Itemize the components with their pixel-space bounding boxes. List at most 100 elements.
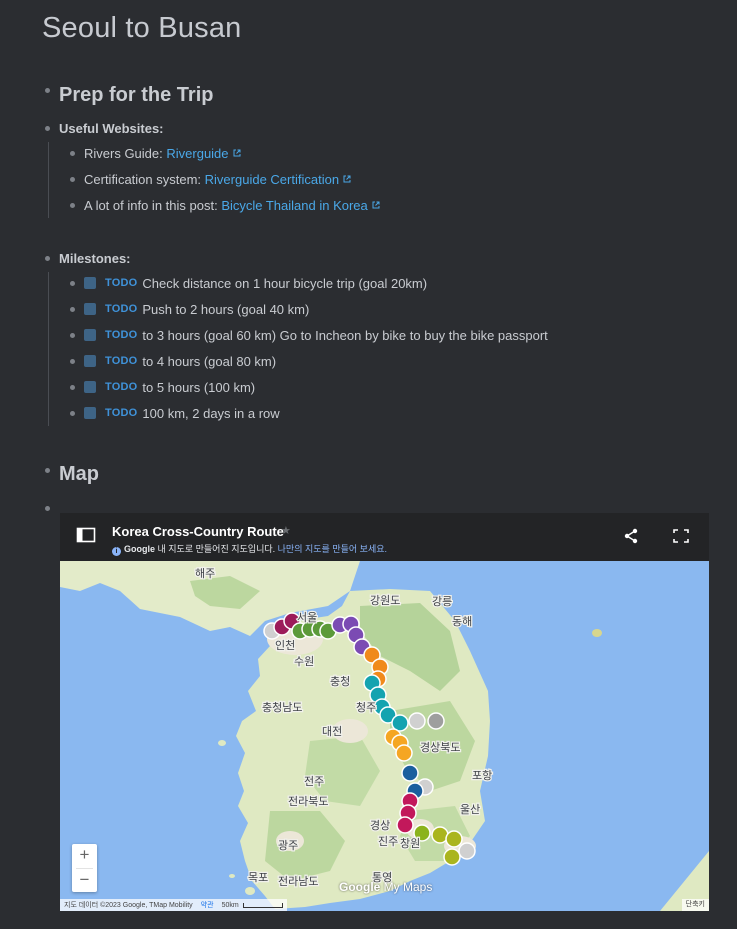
indent-guide (48, 272, 49, 426)
list-bullet[interactable] (70, 280, 75, 286)
label-gyeongsang: 경상 (370, 819, 390, 832)
map-canvas[interactable]: 해주 서울 인천 강원도 강릉 동해 수원 충청 충청남도 청주 대전 경상북도… (60, 561, 709, 911)
todo-item: TODO Check distance on 1 hour bicycle tr… (70, 273, 427, 293)
todo-checkbox[interactable] (84, 407, 96, 419)
todo-checkbox[interactable] (84, 355, 96, 367)
label-seoul: 서울 (297, 611, 317, 624)
todo-marker[interactable]: TODO (105, 355, 137, 367)
todo-item: TODO to 3 hours (goal 60 km) Go to Inche… (70, 325, 548, 345)
subtitle-brand: Google (124, 544, 155, 554)
label-suwon: 수원 (294, 655, 314, 668)
label-incheon: 인천 (275, 638, 295, 652)
label-jeonju: 전주 (304, 775, 324, 788)
google-my-maps-watermark: Google My Maps (339, 880, 432, 894)
label-mokpo: 목포 (248, 871, 268, 884)
share-icon[interactable] (623, 528, 639, 549)
scale-bar (242, 902, 283, 908)
todo-checkbox[interactable] (84, 329, 96, 341)
info-icon: i (112, 547, 121, 556)
label-changwon: 창원 (400, 837, 420, 850)
label-gangwon: 강원도 (370, 594, 400, 607)
map-attribution: 지도 데이터 ©2023 Google, TMap Mobility 약관 50… (60, 899, 287, 911)
block-bullet[interactable] (45, 506, 50, 511)
todo-item: TODO Push to 2 hours (goal 40 km) (70, 299, 309, 319)
zoom-in-button[interactable]: + (72, 844, 97, 868)
terms-link[interactable]: 약관 (201, 900, 214, 910)
label-chungcheong: 충청 (330, 675, 350, 688)
watermark-brand: Google (339, 880, 381, 894)
zoom-out-button[interactable]: − (72, 869, 97, 893)
map-title[interactable]: Korea Cross-Country Route (112, 524, 284, 539)
label-cheongju: 청주 (356, 701, 376, 714)
subtitle-text: 내 지도로 만들어진 지도입니다. (155, 544, 278, 554)
todo-marker[interactable]: TODO (105, 329, 137, 341)
list-item-prefix: Certification system: (84, 171, 205, 187)
label-gyeongbuk: 경상북도 (420, 741, 460, 754)
indent-guide (48, 142, 49, 218)
todo-text: to 3 hours (goal 60 km) Go to Incheon by… (142, 327, 548, 343)
todo-text: to 4 hours (goal 80 km) (142, 353, 277, 369)
embedded-map[interactable]: Korea Cross-Country Route ★ i Google 내 지도… (60, 513, 709, 911)
todo-item: TODO to 5 hours (100 km) (70, 377, 255, 397)
list-bullet[interactable] (70, 358, 75, 364)
page-title: Seoul to Busan (42, 12, 242, 44)
todo-item: TODO 100 km, 2 days in a row (70, 403, 280, 423)
todo-text: Push to 2 hours (goal 40 km) (142, 301, 310, 317)
list-bullet[interactable] (70, 306, 75, 312)
map-header: Korea Cross-Country Route ★ i Google 내 지도… (60, 513, 709, 561)
block-bullet[interactable] (45, 126, 50, 131)
todo-text: to 5 hours (100 km) (142, 379, 256, 395)
label-gangneung: 강릉 (432, 595, 452, 608)
external-link-icon (233, 149, 241, 157)
label-pohang: 포항 (472, 769, 492, 782)
section-heading-map: Map (59, 463, 99, 485)
todo-checkbox[interactable] (84, 277, 96, 289)
list-item: Certification system: Riverguide Certifi… (70, 169, 351, 189)
list-bullet[interactable] (70, 202, 75, 208)
todo-item: TODO to 4 hours (goal 80 km) (70, 351, 276, 371)
label-chungnam: 충청남도 (262, 701, 302, 714)
attribution-text: 지도 데이터 ©2023 Google, TMap Mobility (64, 902, 193, 909)
label-jeonnam: 전라남도 (278, 875, 318, 888)
riverguide-certification-link[interactable]: Riverguide Certification (205, 172, 339, 187)
milestones-label: Milestones: (59, 251, 131, 266)
label-ulsan: 울산 (460, 803, 480, 816)
label-jeonbuk: 전라북도 (288, 795, 328, 808)
section-heading-prep: Prep for the Trip (59, 84, 214, 106)
heading-bullet[interactable] (45, 468, 50, 473)
todo-marker[interactable]: TODO (105, 381, 137, 393)
list-bullet[interactable] (70, 150, 75, 156)
useful-websites-label: Useful Websites: (59, 121, 164, 136)
star-icon[interactable]: ★ (281, 524, 291, 537)
keyboard-shortcuts-link[interactable]: 단축키 (681, 899, 709, 911)
sidebar-toggle-icon[interactable] (76, 527, 96, 548)
label-donghae: 동해 (452, 614, 472, 628)
heading-bullet[interactable] (45, 88, 50, 93)
label-daejeon: 대전 (322, 725, 342, 738)
bicycle-thailand-link[interactable]: Bicycle Thailand in Korea (221, 198, 367, 213)
zoom-control: + − (72, 844, 97, 892)
todo-marker[interactable]: TODO (105, 407, 137, 419)
external-link-icon (343, 175, 351, 183)
watermark-suffix: My Maps (380, 880, 433, 894)
todo-marker[interactable]: TODO (105, 303, 137, 315)
list-bullet[interactable] (70, 176, 75, 182)
todo-text: 100 km, 2 days in a row (142, 405, 280, 421)
label-jinju: 진주 (378, 835, 398, 848)
todo-marker[interactable]: TODO (105, 277, 137, 289)
fullscreen-icon[interactable] (673, 529, 689, 548)
todo-text: Check distance on 1 hour bicycle trip (g… (142, 275, 428, 291)
list-bullet[interactable] (70, 410, 75, 416)
make-your-map-link[interactable]: 나만의 지도를 만들어 보세요. (278, 544, 387, 554)
list-item-prefix: Rivers Guide: (84, 145, 167, 161)
block-bullet[interactable] (45, 256, 50, 261)
list-bullet[interactable] (70, 384, 75, 390)
list-item: Rivers Guide: Riverguide (70, 143, 241, 163)
riverguide-link[interactable]: Riverguide (166, 146, 228, 161)
list-bullet[interactable] (70, 332, 75, 338)
external-link-icon (372, 201, 380, 209)
map-subtitle: i Google 내 지도로 만들어진 지도입니다. 나만의 지도를 만들어 보세… (112, 542, 387, 556)
todo-checkbox[interactable] (84, 381, 96, 393)
scale-label: 50km (221, 901, 239, 909)
todo-checkbox[interactable] (84, 303, 96, 315)
